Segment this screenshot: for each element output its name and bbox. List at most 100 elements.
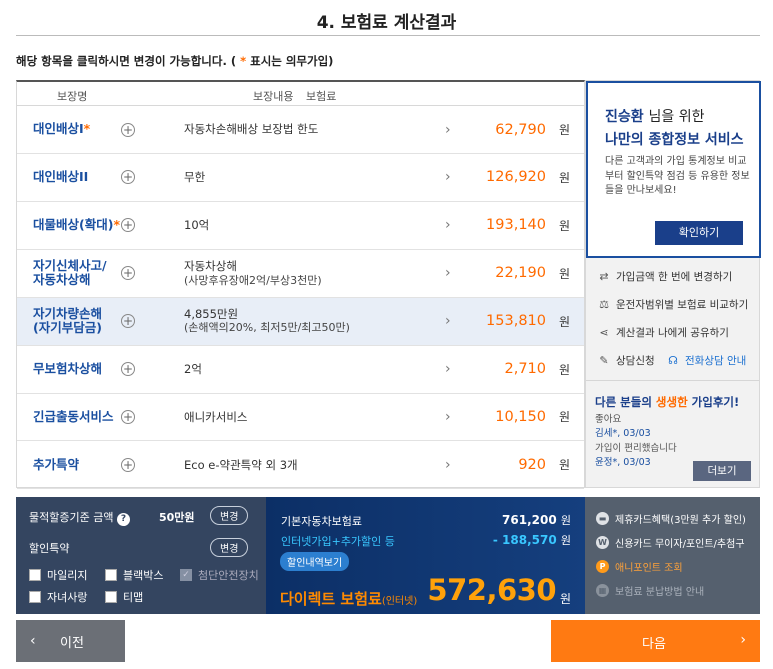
child-checkbox[interactable]: 자녀사랑 [29,589,87,605]
benefit-links-panel: ▬ 제휴카드혜택(3만원 추가 할인) W 신용카드 무이자/포인트/추첨구 P 애니… [585,497,760,614]
coverage-detail: 무한 [184,170,206,185]
chevron-right-icon[interactable]: › [445,409,451,425]
anypoint-link[interactable]: P 애니포인트 조회 [596,559,683,574]
headset-icon: ☊ [668,354,678,367]
coverage-name: 무보험차상해 [33,360,103,376]
table-row[interactable]: 자기신체사고/ 자동차상해 + 자동차상해 (사망후유장애2억/부상3천만) › 22,1… [17,250,584,298]
plus-circle-icon[interactable]: + [121,122,135,137]
table-row[interactable]: 대인배상II + 무한 › 126,920 원 [17,154,584,202]
phone-consult-link[interactable]: ☊ 전화상담 안내 [666,353,746,368]
confirm-button[interactable]: 확인하기 [655,221,743,245]
chevron-right-icon[interactable]: › [445,169,451,185]
page-title: 4. 보험료 계산결과 [316,13,457,33]
table-row[interactable]: 추가특약 + Eco e-약관특약 외 3개 › 920 원 [17,441,584,490]
next-button[interactable]: 다음 › [551,620,760,662]
premium-summary-panel: 기본자동차보험료 761,200 원 인터넷가입+추가할인 등 - 188,57… [266,497,585,614]
plus-circle-icon[interactable]: + [121,362,135,376]
header-coverage-detail: 보장내용 [253,90,294,103]
direct-premium-value: 572,630 [427,573,556,607]
point-icon: P [596,560,609,573]
coverage-detail: 자동차손해배상 보장법 한도 [184,122,319,137]
base-premium-value: 761,200 원 [502,513,571,527]
prev-button[interactable]: ‹ 이전 [16,620,125,662]
calendar-icon: ▦ [596,584,609,597]
premium-unit: 원 [558,458,570,473]
premium-amount: 2,710 [504,361,546,377]
premium-amount: 62,790 [495,121,546,138]
help-icon[interactable]: ? [116,513,130,526]
info-service-box: 진승환 님을 위한 나만의 종합정보 서비스 다른 고객과의 가입 통계정보 비… [586,81,761,258]
consult-request-link[interactable]: ✎ 상담신청 [597,353,654,368]
mileage-checkbox[interactable]: 마일리지 [29,567,87,583]
compare-driver-link[interactable]: ⚖ 운전자범위별 보험료 비교하기 [597,297,748,312]
premium-unit: 원 [558,314,570,329]
plus-circle-icon[interactable]: + [121,409,135,424]
coverage-detail: 10억 [184,218,210,233]
plus-circle-icon[interactable]: + [121,314,135,329]
card-benefit-link[interactable]: ▬ 제휴카드혜택(3만원 추가 할인) [596,511,746,526]
edit-icon: ✎ [599,354,609,367]
more-reviews-button[interactable]: 더보기 [693,461,751,481]
coverage-options-panel: 물적할증기준 금액 ? 50만원 변경 할인특약 변경 마일리지 블랙박스 ✓ 첨… [16,497,266,614]
share-icon: ⋖ [599,326,609,339]
header-premium: 보험료 [306,90,337,103]
card-icon: ▬ [596,512,609,525]
chevron-right-icon[interactable]: › [445,361,451,377]
scale-icon: ⚖ [599,298,609,311]
safety-device-checkbox: ✓ 첨단안전장치 [180,567,259,583]
table-row[interactable]: 대물배상(확대)* +10억 › 193,140 원 [17,202,584,250]
review-title: 다른 분들의 생생한 가입후기! [595,395,740,409]
table-header: 보장명 보장내용 보험료 [17,82,584,106]
change-discount-button[interactable]: 변경 [210,538,249,557]
direct-premium-unit: 원 [559,592,571,606]
table-row[interactable]: 무보험차상해 +2억 › 2,710 원 [17,346,584,394]
table-row[interactable]: 자기차량손해 (자기부담금) +4,855만원 (손해액의20%, 최저5만/최고5… [17,297,584,346]
installment-link[interactable]: ▦ 보험료 분납방법 안내 [596,583,704,598]
premium-unit: 원 [558,410,570,425]
chevron-right-icon[interactable]: › [445,265,451,281]
chevron-right-icon: › [740,632,746,648]
table-row[interactable]: 대인배상I* + 자동차손해배상 보장법 한도 › 62,790 원 [17,106,584,154]
blackbox-checkbox[interactable]: 블랙박스 [105,567,163,583]
notice-text: 해당 항목을 클릭하시면 변경이 가능합니다. ( * 표시는 의무가입) [16,54,334,68]
plus-circle-icon[interactable]: + [121,170,135,185]
review-item[interactable]: 좋아요 김세*, 03/03 [595,413,651,441]
discount-detail-button[interactable]: 할인내역보기 [280,552,350,571]
table-row[interactable]: 긴급출동서비스 + 애니카서비스 › 10,150 원 [17,393,584,442]
chevron-right-icon[interactable]: › [445,313,451,329]
plus-circle-icon[interactable]: + [121,218,135,233]
w-icon: W [596,536,609,549]
service-title: 나만의 종합정보 서비스 [605,132,744,148]
premium-amount: 126,920 [486,169,546,186]
coverage-name: 자기차량손해 (자기부담금) [33,305,103,336]
premium-amount: 22,190 [495,265,546,282]
coverage-name: 대인배상I* [33,121,91,137]
share-result-link[interactable]: ⋖ 계산결과 나에게 공유하기 [597,325,729,340]
credit-card-link[interactable]: W 신용카드 무이자/포인트/추첨구 [596,535,745,550]
coverage-table: 보장명 보장내용 보험료 대인배상I* + 자동차손해배상 보장법 한도 › 62,79… [16,80,585,490]
chevron-right-icon[interactable]: › [445,217,451,233]
base-premium-label: 기본자동차보험료 [281,515,362,528]
service-desc: 다른 고객과의 가입 통계정보 비교부터 할인특약 점검 등 유용한 정보들을 … [605,156,750,196]
coverage-name: 자기신체사고/ 자동차상해 [33,257,107,288]
chevron-right-icon[interactable]: › [445,457,451,473]
review-item[interactable]: 가입이 편리했습니다 윤정*, 03/03 [595,442,677,470]
discount-summary-label: 인터넷가입+추가할인 등 [281,535,395,548]
chevron-left-icon: ‹ [30,633,36,649]
coverage-detail: 2억 [184,361,202,376]
change-amount-link[interactable]: ⇄ 가입금액 한 번에 변경하기 [597,269,732,284]
side-panel: 진승환 님을 위한 나만의 종합정보 서비스 다른 고객과의 가입 통계정보 비… [585,80,761,488]
coverage-detail: 애니카서비스 [184,409,248,424]
plus-circle-icon[interactable]: + [121,457,135,472]
coverage-basis-value: 50만원 [159,511,195,524]
chevron-right-icon[interactable]: › [445,122,451,138]
header-coverage-name: 보장명 [57,90,88,103]
coverage-name: 추가특약 [33,456,80,472]
tmap-checkbox[interactable]: 티맵 [105,589,143,605]
plus-circle-icon[interactable]: + [121,266,135,281]
direct-premium-label: 다이렉트 보험료(인터넷) [280,590,418,608]
coverage-name: 대물배상(확대)* [33,217,120,233]
change-coverage-button[interactable]: 변경 [210,506,249,525]
side-divider [586,380,759,381]
shuffle-icon: ⇄ [599,270,609,283]
